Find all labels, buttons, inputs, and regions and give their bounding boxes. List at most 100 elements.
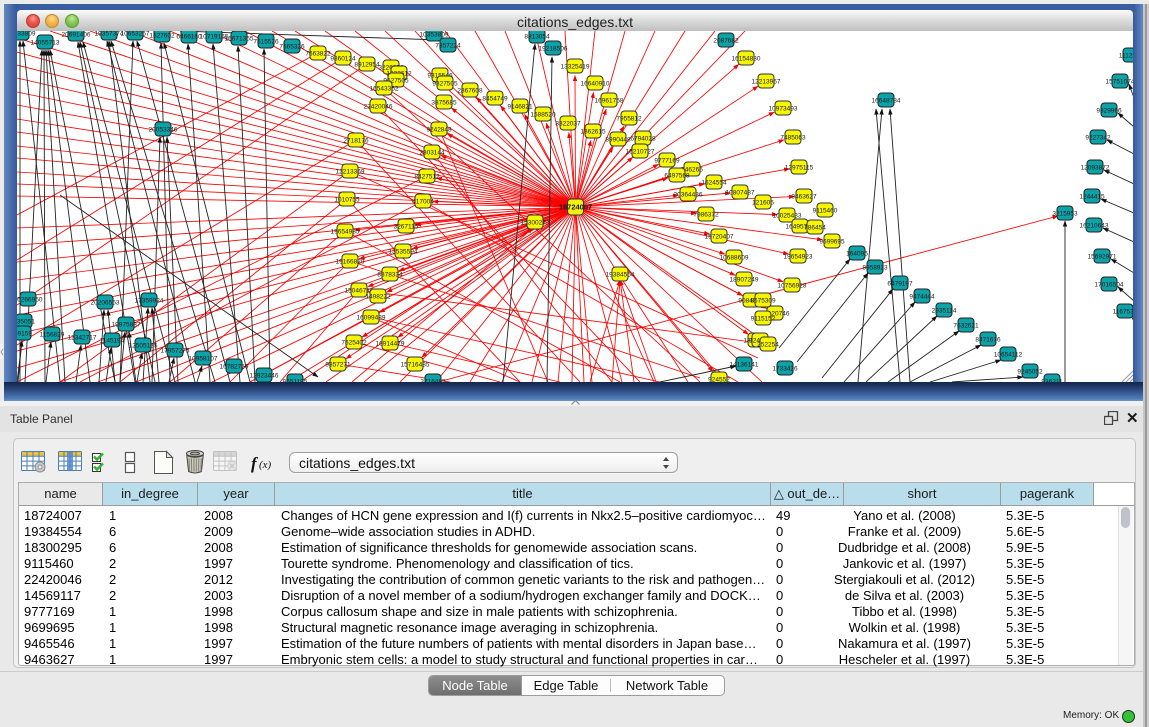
svg-text:9327505: 9327505 bbox=[432, 81, 458, 88]
svg-text:16648784: 16648784 bbox=[872, 98, 901, 105]
svg-text:3716485: 3716485 bbox=[420, 379, 446, 383]
svg-text:417004: 417004 bbox=[412, 199, 434, 206]
svg-text:9777169: 9777169 bbox=[654, 158, 680, 165]
svg-text:16671355: 16671355 bbox=[225, 36, 254, 43]
svg-text:12342717: 12342717 bbox=[68, 335, 97, 342]
svg-text:8471676: 8471676 bbox=[975, 337, 1001, 344]
svg-text:1498222: 1498222 bbox=[365, 294, 391, 301]
svg-text:16210727: 16210727 bbox=[626, 149, 655, 156]
svg-text:12975115: 12975115 bbox=[785, 165, 814, 172]
svg-text:164095: 164095 bbox=[846, 251, 868, 258]
svg-text:835051: 835051 bbox=[17, 319, 35, 326]
svg-text:924552: 924552 bbox=[708, 377, 730, 383]
svg-text:1156829: 1156829 bbox=[40, 332, 65, 339]
svg-text:15692971: 15692971 bbox=[1088, 254, 1117, 261]
svg-text:2867608: 2867608 bbox=[457, 88, 483, 95]
svg-text:8912954: 8912954 bbox=[354, 62, 380, 69]
svg-text:2935114: 2935114 bbox=[932, 308, 957, 315]
svg-text:6466160: 6466160 bbox=[176, 34, 202, 41]
svg-text:16033809: 16033809 bbox=[17, 31, 36, 38]
svg-text:15720407: 15720407 bbox=[705, 234, 734, 241]
svg-text:16099489: 16099489 bbox=[357, 315, 386, 322]
svg-text:10654112: 10654112 bbox=[994, 352, 1023, 359]
svg-text:1527602: 1527602 bbox=[149, 33, 175, 40]
svg-text:9245052: 9245052 bbox=[1017, 369, 1043, 376]
svg-text:8454749: 8454749 bbox=[482, 96, 508, 103]
svg-text:7632621: 7632621 bbox=[953, 323, 979, 330]
svg-text:9463627: 9463627 bbox=[791, 194, 817, 201]
svg-text:13535594: 13535594 bbox=[389, 249, 418, 256]
svg-text:39159: 39159 bbox=[17, 331, 32, 338]
svg-text:16640910: 16640910 bbox=[581, 81, 610, 88]
svg-text:10653267: 10653267 bbox=[121, 31, 150, 38]
svg-text:8990448: 8990448 bbox=[605, 137, 631, 144]
svg-text:936211: 936211 bbox=[1041, 379, 1063, 383]
svg-text:12213369: 12213369 bbox=[336, 169, 365, 176]
svg-text:1624554: 1624554 bbox=[701, 180, 727, 187]
svg-text:2087682: 2087682 bbox=[713, 38, 739, 45]
svg-text:16543362: 16543362 bbox=[370, 86, 399, 93]
svg-text:10756928: 10756928 bbox=[778, 283, 807, 290]
svg-text:9857271: 9857271 bbox=[325, 362, 351, 369]
svg-text:3267115: 3267115 bbox=[394, 224, 419, 231]
svg-text:9699695: 9699695 bbox=[819, 239, 845, 246]
svg-text:14055713: 14055713 bbox=[31, 40, 60, 47]
svg-text:17016504: 17016504 bbox=[1095, 282, 1124, 289]
svg-text:252254: 252254 bbox=[757, 342, 779, 349]
svg-text:20206553: 20206553 bbox=[91, 300, 120, 307]
svg-text:9242848: 9242848 bbox=[426, 127, 452, 134]
svg-text:2803144: 2803144 bbox=[419, 150, 445, 157]
svg-text:9329966: 9329966 bbox=[1096, 108, 1122, 115]
svg-text:20053346: 20053346 bbox=[149, 127, 178, 134]
svg-text:7485063: 7485063 bbox=[780, 135, 806, 142]
svg-text:6479197: 6479197 bbox=[887, 281, 913, 288]
svg-text:18907249: 18907249 bbox=[730, 277, 759, 284]
svg-text:1733426: 1733426 bbox=[772, 366, 798, 373]
svg-text:8427512: 8427512 bbox=[414, 174, 440, 181]
svg-text:15751074: 15751074 bbox=[1106, 79, 1133, 86]
svg-text:10807487: 10807487 bbox=[726, 190, 755, 197]
svg-text:8813054: 8813054 bbox=[524, 34, 550, 41]
svg-text:9474444: 9474444 bbox=[909, 294, 935, 301]
svg-text:17359924: 17359924 bbox=[135, 298, 164, 305]
svg-text:786454: 786454 bbox=[804, 225, 826, 232]
svg-text:13325419: 13325419 bbox=[561, 64, 590, 71]
svg-text:7565326: 7565326 bbox=[279, 44, 305, 51]
svg-text:3875685: 3875685 bbox=[431, 100, 457, 107]
svg-text:1010755: 1010755 bbox=[334, 197, 360, 204]
svg-text:20364436: 20364436 bbox=[674, 192, 703, 199]
svg-text:12213967: 12213967 bbox=[752, 79, 781, 86]
svg-text:19654985: 19654985 bbox=[331, 229, 360, 236]
svg-text:1244415: 1244415 bbox=[1079, 194, 1105, 201]
svg-text:1362615: 1362615 bbox=[580, 129, 606, 136]
svg-text:16914479: 16914479 bbox=[376, 341, 405, 348]
svg-text:9651195: 9651195 bbox=[283, 379, 308, 383]
svg-text:9146821: 9146821 bbox=[507, 104, 533, 111]
svg-text:12923446: 12923446 bbox=[250, 373, 279, 380]
svg-text:19357374: 19357374 bbox=[95, 31, 124, 38]
svg-text:7515526: 7515526 bbox=[253, 39, 279, 46]
svg-text:1588520: 1588520 bbox=[530, 112, 556, 119]
svg-text:12505135: 12505135 bbox=[129, 343, 158, 350]
svg-text:18724007: 18724007 bbox=[559, 203, 592, 212]
svg-text:9227342: 9227342 bbox=[1085, 135, 1111, 142]
svg-text:8675309: 8675309 bbox=[750, 298, 776, 305]
svg-text:19218506: 19218506 bbox=[539, 46, 568, 53]
svg-text:8958923: 8958923 bbox=[862, 265, 888, 272]
svg-text:15300273: 15300273 bbox=[521, 220, 550, 227]
svg-text:19654923: 19654923 bbox=[784, 254, 813, 261]
svg-text:10973493: 10973493 bbox=[769, 106, 798, 113]
svg-text:7663822: 7663822 bbox=[305, 51, 331, 58]
svg-text:15716485: 15716485 bbox=[401, 362, 430, 369]
svg-text:10958107: 10958107 bbox=[189, 356, 218, 363]
svg-text:7357224: 7357224 bbox=[435, 43, 461, 50]
svg-text:6794028: 6794028 bbox=[630, 136, 656, 143]
svg-text:16961758: 16961758 bbox=[595, 98, 624, 105]
svg-text:10688609: 10688609 bbox=[720, 255, 749, 262]
svg-text:8878334: 8878334 bbox=[377, 272, 403, 279]
svg-text:19166829: 19166829 bbox=[336, 259, 365, 266]
svg-text:2718176: 2718176 bbox=[343, 138, 369, 145]
svg-text:19975887: 19975887 bbox=[112, 322, 141, 329]
svg-text:26266950: 26266950 bbox=[17, 297, 43, 304]
svg-text:f: f bbox=[251, 454, 259, 473]
